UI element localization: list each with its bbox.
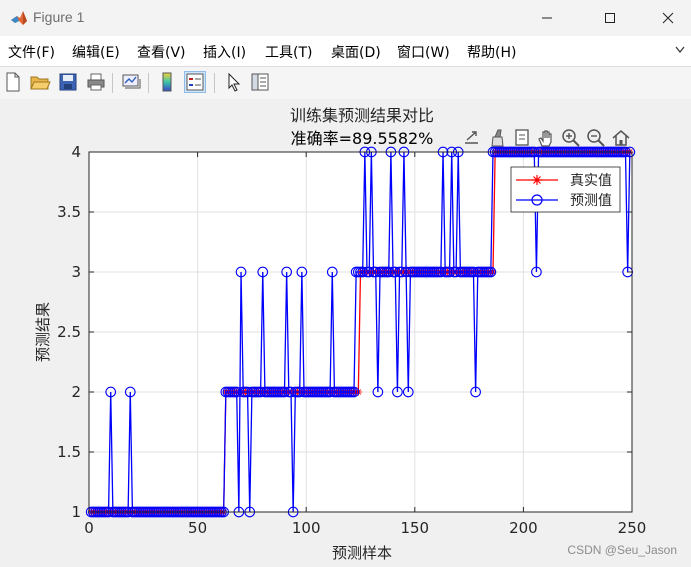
watermark: CSDN @Seu_Jason: [567, 543, 677, 557]
x-axis-label: 预测样本: [332, 544, 392, 562]
pan-button[interactable]: [536, 128, 556, 148]
zoom-out-button[interactable]: [586, 128, 606, 148]
export-button[interactable]: [462, 128, 482, 148]
y-tick-label: 4: [71, 143, 81, 161]
export-icon: [465, 131, 478, 144]
x-tick-label: 200: [509, 519, 538, 537]
hand-pan-icon: [538, 130, 552, 147]
y-tick-label: 3: [71, 263, 81, 281]
x-tick-label: 250: [618, 519, 647, 537]
data-tips-button[interactable]: [512, 128, 532, 148]
brush-button[interactable]: [487, 128, 507, 148]
y-tick-label: 1.5: [57, 443, 81, 461]
y-tick-label: 3.5: [57, 203, 81, 221]
legend-true-label: 真实值: [570, 173, 612, 189]
chart-title: 训练集预测结果对比: [290, 106, 434, 125]
x-tick-label: 50: [188, 519, 207, 537]
x-tick-label: 0: [84, 519, 94, 537]
zoom-out-icon: [587, 129, 605, 147]
legend[interactable]: 真实值 预测值: [510, 166, 621, 213]
x-tick-label: 100: [292, 519, 321, 537]
y-tick-label: 2: [71, 383, 81, 401]
data-tip-icon: [515, 129, 529, 146]
chart-subtitle: 准确率=89.5582%: [291, 129, 434, 148]
legend-true-marker: [532, 175, 542, 185]
legend-pred-label: 预测值: [570, 193, 612, 209]
plot-area: 0 50 100 150 200 250 1 1.5 2 2.5 3 3.5 4 训练集预测结果对比 准…: [34, 106, 647, 562]
zoom-in-button[interactable]: [561, 128, 581, 148]
restore-view-button[interactable]: [611, 128, 631, 148]
x-tick-label: 150: [400, 519, 429, 537]
y-tick-label: 1: [71, 503, 81, 521]
brush-icon: [491, 129, 504, 147]
home-icon: [612, 130, 630, 146]
y-tick-label: 2.5: [57, 323, 81, 341]
zoom-in-icon: [562, 129, 580, 147]
y-axis-label: 预测结果: [34, 302, 52, 362]
